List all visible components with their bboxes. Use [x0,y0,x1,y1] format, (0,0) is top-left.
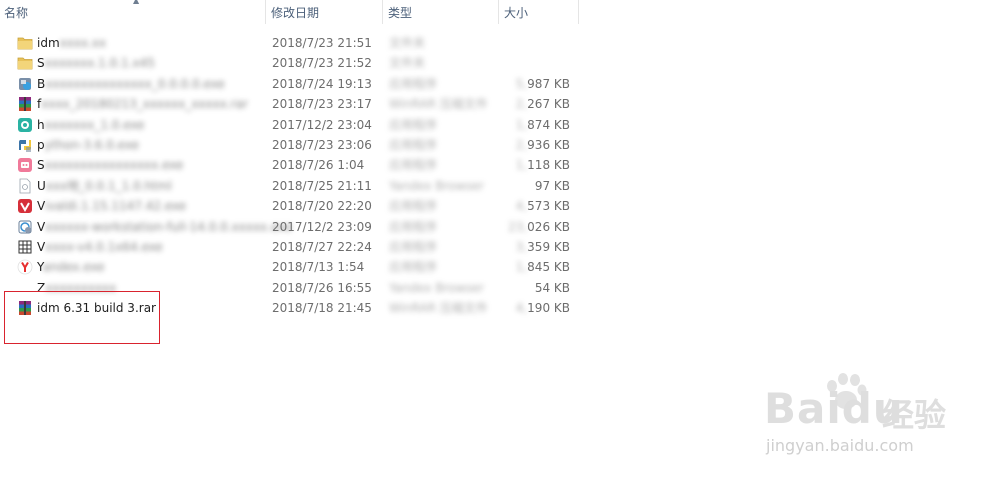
file-size: 4,573 KB [515,199,570,214]
file-size: 1,845 KB [515,260,570,275]
file-name: Bxxxxxxxxxxxxxxx_0.0.0.0.exe [37,76,225,91]
file-name: Vxxxx-v4.0.1x64.exe [37,239,163,254]
file-date: 2018/7/23 21:52 [272,56,372,71]
watermark-jingyan: 经验 [882,396,947,434]
file-size: 5,987 KB [515,76,570,91]
file-list: idmxxxx.xx 2018/7/23 21:51 文件夹 Sxxxxxxx.… [0,33,580,318]
watermark-url: jingyan.baidu.com [766,436,914,455]
file-type: 文件夹 [389,36,426,50]
column-divider[interactable] [382,0,383,24]
file-type: WinRAR 压缩文件 [389,301,488,316]
file-size: 4,190 KB [515,301,570,316]
file-row[interactable]: hxxxxxxx_1.0.exe 2017/12/2 23:04 应用程序 1,… [0,115,580,135]
file-row[interactable]: Yandex.exe 2018/7/13 1:54 应用程序 1,845 KB [0,257,580,277]
file-name: Vxxxxxx-workstation-full-14.0.0.xxxxx.ex… [37,219,293,234]
file-size [500,33,570,53]
baidu-jingyan-watermark: Baidu 经验 jingyan.baidu.com [760,372,960,462]
file-name: Sxxxxxxx.1.0.1.x45 [37,56,155,71]
vmware-icon [17,219,33,235]
file-name: Vivaldi.1.15.1147.42.exe [37,199,187,214]
file-type: 应用程序 [389,137,438,152]
file-row[interactable]: Vxxxx-v4.0.1x64.exe 2018/7/27 22:24 应用程序… [0,237,580,257]
file-date: 2017/12/2 23:09 [272,219,372,234]
file-size: 54 KB [534,280,570,295]
grid-app-icon [17,239,33,255]
file-name: Yandex.exe [37,260,105,275]
file-name: Uxxx地_0.0.1_1.0.html [37,178,172,193]
column-divider[interactable] [498,0,499,24]
file-row[interactable]: Uxxx地_0.0.1_1.0.html 2018/7/25 21:11 Yan… [0,176,580,196]
file-size: 23,026 KB [508,219,570,234]
file-date: 2018/7/13 1:54 [272,260,365,275]
file-row[interactable]: python-3.6.0.exe 2018/7/23 23:06 应用程序 2,… [0,135,580,155]
file-name: fxxxx_20180213_xxxxxx_xxxxx.rar [37,97,248,112]
folder-icon [17,55,33,71]
column-divider[interactable] [265,0,266,24]
file-date: 2018/7/23 21:51 [272,36,372,50]
column-header-type[interactable]: 类型 [384,0,498,25]
file-size: 1,118 KB [515,158,570,173]
file-row[interactable]: fxxxx_20180213_xxxxxx_xxxxx.rar 2018/7/2… [0,94,580,114]
python-icon [17,137,33,153]
file-name: hxxxxxxx_1.0.exe [37,117,145,132]
file-row[interactable]: Sxxxxxxxxxxxxxxxx.exe 2018/7/26 1:04 应用程… [0,155,580,175]
file-name: Sxxxxxxxxxxxxxxxx.exe [37,158,184,173]
file-size: 2,936 KB [515,137,570,152]
document-icon [17,178,33,194]
file-type: Yandex Browser [389,280,484,295]
rar-archive-icon [17,96,33,112]
file-date: 2017/12/2 23:04 [272,117,372,132]
file-type: Yandex Browser [389,178,484,193]
file-size: 3,359 KB [515,239,570,254]
file-name: idmxxxx.xx [37,36,107,50]
folder-icon [17,35,33,51]
file-type: 应用程序 [389,239,438,254]
file-date: 2018/7/25 21:11 [272,178,372,193]
file-date: 2018/7/27 22:24 [272,239,372,254]
file-date: 2018/7/23 23:06 [272,137,372,152]
app-icon [17,157,33,173]
column-divider[interactable] [578,0,579,24]
file-row[interactable]: Vxxxxxx-workstation-full-14.0.0.xxxxx.ex… [0,217,580,237]
column-header-name[interactable]: 名称 [0,0,265,25]
file-date: 2018/7/26 16:55 [272,280,372,295]
column-header-size[interactable]: 大小 [500,0,578,25]
file-type: 应用程序 [389,158,438,173]
file-date: 2018/7/18 21:45 [272,301,372,316]
file-date: 2018/7/23 23:17 [272,97,372,112]
file-date: 2018/7/24 19:13 [272,76,372,91]
app-icon [17,117,33,133]
file-type: 应用程序 [389,260,438,275]
file-size: 1,874 KB [515,117,570,132]
file-date: 2018/7/26 1:04 [272,158,365,173]
file-row[interactable]: Sxxxxxxx.1.0.1.x45 2018/7/23 21:52 文件夹 [0,53,580,73]
file-size: 2,267 KB [515,97,570,112]
file-date: 2018/7/20 22:20 [272,199,372,214]
file-type: 文件夹 [389,56,426,71]
column-header-row: ▲ 名称 修改日期 类型 大小 [0,0,580,25]
file-type: 应用程序 [389,219,438,234]
file-type: 应用程序 [389,199,438,214]
file-name: python-3.6.0.exe [37,137,139,152]
vivaldi-icon [17,198,33,214]
installer-icon [17,76,33,92]
file-size [500,53,570,73]
highlight-box [4,291,160,344]
file-size: 97 KB [534,178,570,193]
file-row[interactable]: Vivaldi.1.15.1147.42.exe 2018/7/20 22:20… [0,196,580,216]
file-type: 应用程序 [389,117,438,132]
file-type: WinRAR 压缩文件 [389,97,488,112]
file-explorer-window: ▲ 名称 修改日期 类型 大小 idmxxxx.xx 2018/7/23 21:… [0,0,1000,482]
yandex-icon [17,259,33,275]
column-header-date[interactable]: 修改日期 [267,0,382,25]
file-type: 应用程序 [389,76,438,91]
file-row[interactable]: idmxxxx.xx 2018/7/23 21:51 文件夹 [0,33,580,53]
file-row[interactable]: Bxxxxxxxxxxxxxxx_0.0.0.0.exe 2018/7/24 1… [0,74,580,94]
